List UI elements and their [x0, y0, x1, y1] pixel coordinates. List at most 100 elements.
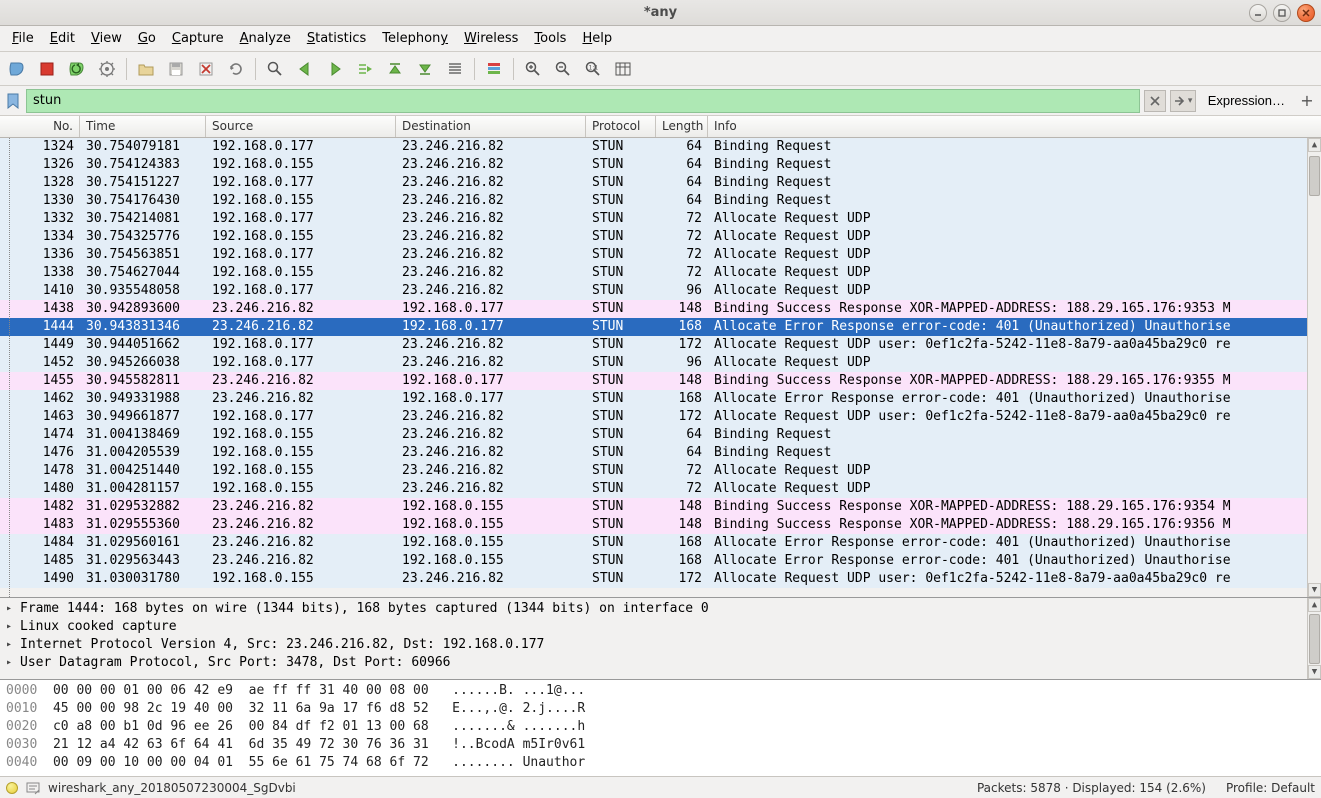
column-header-no[interactable]: No. — [0, 116, 80, 137]
save-file-button[interactable] — [163, 56, 189, 82]
stop-capture-button[interactable] — [34, 56, 60, 82]
menu-go[interactable]: Go — [130, 28, 164, 49]
tree-expand-icon[interactable]: ▸ — [6, 636, 18, 654]
reload-file-button[interactable] — [223, 56, 249, 82]
add-filter-button[interactable]: + — [1297, 90, 1317, 112]
scroll-up-arrow[interactable]: ▲ — [1308, 598, 1321, 612]
detail-tree-item[interactable]: ▸Frame 1444: 168 bytes on wire (1344 bit… — [0, 600, 1321, 618]
menu-wireless[interactable]: Wireless — [456, 28, 526, 49]
resize-columns-button[interactable] — [610, 56, 636, 82]
hex-line[interactable]: 0010 45 00 00 98 2c 19 40 00 32 11 6a 9a… — [6, 700, 1315, 718]
packet-row[interactable]: 132630.754124383192.168.0.15523.246.216.… — [0, 156, 1321, 174]
minimize-button[interactable] — [1249, 4, 1267, 22]
scroll-thumb[interactable] — [1309, 156, 1320, 196]
hex-line[interactable]: 0040 00 09 00 10 00 00 04 01 55 6e 61 75… — [6, 754, 1315, 772]
packet-row[interactable]: 148531.02956344323.246.216.82192.168.0.1… — [0, 552, 1321, 570]
capture-options-button[interactable] — [94, 56, 120, 82]
apply-filter-button[interactable]: ▾ — [1170, 90, 1196, 112]
tree-expand-icon[interactable]: ▸ — [6, 654, 18, 672]
packet-row[interactable]: 147431.004138469192.168.0.15523.246.216.… — [0, 426, 1321, 444]
tree-expand-icon[interactable]: ▸ — [6, 600, 18, 618]
menu-file[interactable]: File — [4, 28, 42, 49]
display-filter-input[interactable] — [26, 89, 1140, 113]
goto-last-button[interactable] — [412, 56, 438, 82]
packet-row[interactable]: 144430.94383134623.246.216.82192.168.0.1… — [0, 318, 1321, 336]
menu-statistics[interactable]: Statistics — [299, 28, 374, 49]
expert-info-icon[interactable] — [6, 782, 18, 794]
hex-line[interactable]: 0030 21 12 a4 42 63 6f 64 41 6d 35 49 72… — [6, 736, 1315, 754]
packet-row[interactable]: 148031.004281157192.168.0.15523.246.216.… — [0, 480, 1321, 498]
column-header-source[interactable]: Source — [206, 116, 396, 137]
clear-filter-button[interactable] — [1144, 90, 1166, 112]
column-header-time[interactable]: Time — [80, 116, 206, 137]
close-button[interactable] — [1297, 4, 1315, 22]
packet-list-scrollbar[interactable]: ▲ ▼ — [1307, 138, 1321, 597]
packet-row[interactable]: 146230.94933198823.246.216.82192.168.0.1… — [0, 390, 1321, 408]
packet-details-pane[interactable]: ▸Frame 1444: 168 bytes on wire (1344 bit… — [0, 598, 1321, 680]
packet-row[interactable]: 133830.754627044192.168.0.15523.246.216.… — [0, 264, 1321, 282]
detail-tree-item[interactable]: ▸User Datagram Protocol, Src Port: 3478,… — [0, 654, 1321, 672]
menu-analyze[interactable]: Analyze — [232, 28, 299, 49]
cell-length: 96 — [656, 282, 708, 300]
packet-row[interactable]: 133430.754325776192.168.0.15523.246.216.… — [0, 228, 1321, 246]
packet-bytes-pane[interactable]: 0000 00 00 00 01 00 06 42 e9 ae ff ff 31… — [0, 680, 1321, 776]
hex-line[interactable]: 0020 c0 a8 00 b1 0d 96 ee 26 00 84 df f2… — [6, 718, 1315, 736]
go-back-button[interactable] — [292, 56, 318, 82]
packet-row[interactable]: 144930.944051662192.168.0.17723.246.216.… — [0, 336, 1321, 354]
details-scrollbar[interactable]: ▲ ▼ — [1307, 598, 1321, 679]
column-header-length[interactable]: Length — [656, 116, 708, 137]
menu-help[interactable]: Help — [574, 28, 620, 49]
detail-tree-item[interactable]: ▸Internet Protocol Version 4, Src: 23.24… — [0, 636, 1321, 654]
expression-button[interactable]: Expression… — [1200, 90, 1293, 112]
scroll-down-arrow[interactable]: ▼ — [1308, 665, 1321, 679]
packet-row[interactable]: 133630.754563851192.168.0.17723.246.216.… — [0, 246, 1321, 264]
maximize-button[interactable] — [1273, 4, 1291, 22]
packet-row[interactable]: 148431.02956016123.246.216.82192.168.0.1… — [0, 534, 1321, 552]
packet-row[interactable]: 141030.935548058192.168.0.17723.246.216.… — [0, 282, 1321, 300]
scroll-down-arrow[interactable]: ▼ — [1308, 583, 1321, 597]
open-file-button[interactable] — [133, 56, 159, 82]
find-packet-button[interactable] — [262, 56, 288, 82]
zoom-in-button[interactable] — [520, 56, 546, 82]
packet-row[interactable]: 145230.945266038192.168.0.17723.246.216.… — [0, 354, 1321, 372]
packet-row[interactable]: 132830.754151227192.168.0.17723.246.216.… — [0, 174, 1321, 192]
packet-row[interactable]: 147631.004205539192.168.0.15523.246.216.… — [0, 444, 1321, 462]
packet-row[interactable]: 143830.94289360023.246.216.82192.168.0.1… — [0, 300, 1321, 318]
scroll-thumb[interactable] — [1309, 614, 1320, 664]
zoom-out-button[interactable] — [550, 56, 576, 82]
packet-list-body[interactable]: 132430.754079181192.168.0.17723.246.216.… — [0, 138, 1321, 597]
packet-row[interactable]: 148231.02953288223.246.216.82192.168.0.1… — [0, 498, 1321, 516]
bookmark-filter-icon[interactable] — [4, 92, 22, 110]
detail-tree-item[interactable]: ▸Linux cooked capture — [0, 618, 1321, 636]
tree-expand-icon[interactable]: ▸ — [6, 618, 18, 636]
menu-edit[interactable]: Edit — [42, 28, 83, 49]
packet-row[interactable]: 149031.030031780192.168.0.15523.246.216.… — [0, 570, 1321, 588]
goto-first-button[interactable] — [382, 56, 408, 82]
goto-packet-button[interactable] — [352, 56, 378, 82]
capture-file-comments-icon[interactable] — [26, 781, 40, 795]
status-profile-label[interactable]: Profile: Default — [1226, 781, 1315, 795]
column-header-info[interactable]: Info — [708, 116, 1321, 137]
restart-capture-button[interactable] — [64, 56, 90, 82]
menu-view[interactable]: View — [83, 28, 130, 49]
column-header-protocol[interactable]: Protocol — [586, 116, 656, 137]
hex-line[interactable]: 0000 00 00 00 01 00 06 42 e9 ae ff ff 31… — [6, 682, 1315, 700]
packet-row[interactable]: 132430.754079181192.168.0.17723.246.216.… — [0, 138, 1321, 156]
go-forward-button[interactable] — [322, 56, 348, 82]
close-file-button[interactable] — [193, 56, 219, 82]
column-header-destination[interactable]: Destination — [396, 116, 586, 137]
packet-row[interactable]: 148331.02955536023.246.216.82192.168.0.1… — [0, 516, 1321, 534]
menu-telephony[interactable]: Telephony — [374, 28, 456, 49]
colorize-button[interactable] — [481, 56, 507, 82]
packet-row[interactable]: 146330.949661877192.168.0.17723.246.216.… — [0, 408, 1321, 426]
packet-row[interactable]: 147831.004251440192.168.0.15523.246.216.… — [0, 462, 1321, 480]
packet-row[interactable]: 145530.94558281123.246.216.82192.168.0.1… — [0, 372, 1321, 390]
scroll-up-arrow[interactable]: ▲ — [1308, 138, 1321, 152]
start-capture-button[interactable] — [4, 56, 30, 82]
packet-row[interactable]: 133030.754176430192.168.0.15523.246.216.… — [0, 192, 1321, 210]
menu-tools[interactable]: Tools — [526, 28, 574, 49]
packet-row[interactable]: 133230.754214081192.168.0.17723.246.216.… — [0, 210, 1321, 228]
auto-scroll-button[interactable] — [442, 56, 468, 82]
zoom-reset-button[interactable]: 1:1 — [580, 56, 606, 82]
menu-capture[interactable]: Capture — [164, 28, 232, 49]
